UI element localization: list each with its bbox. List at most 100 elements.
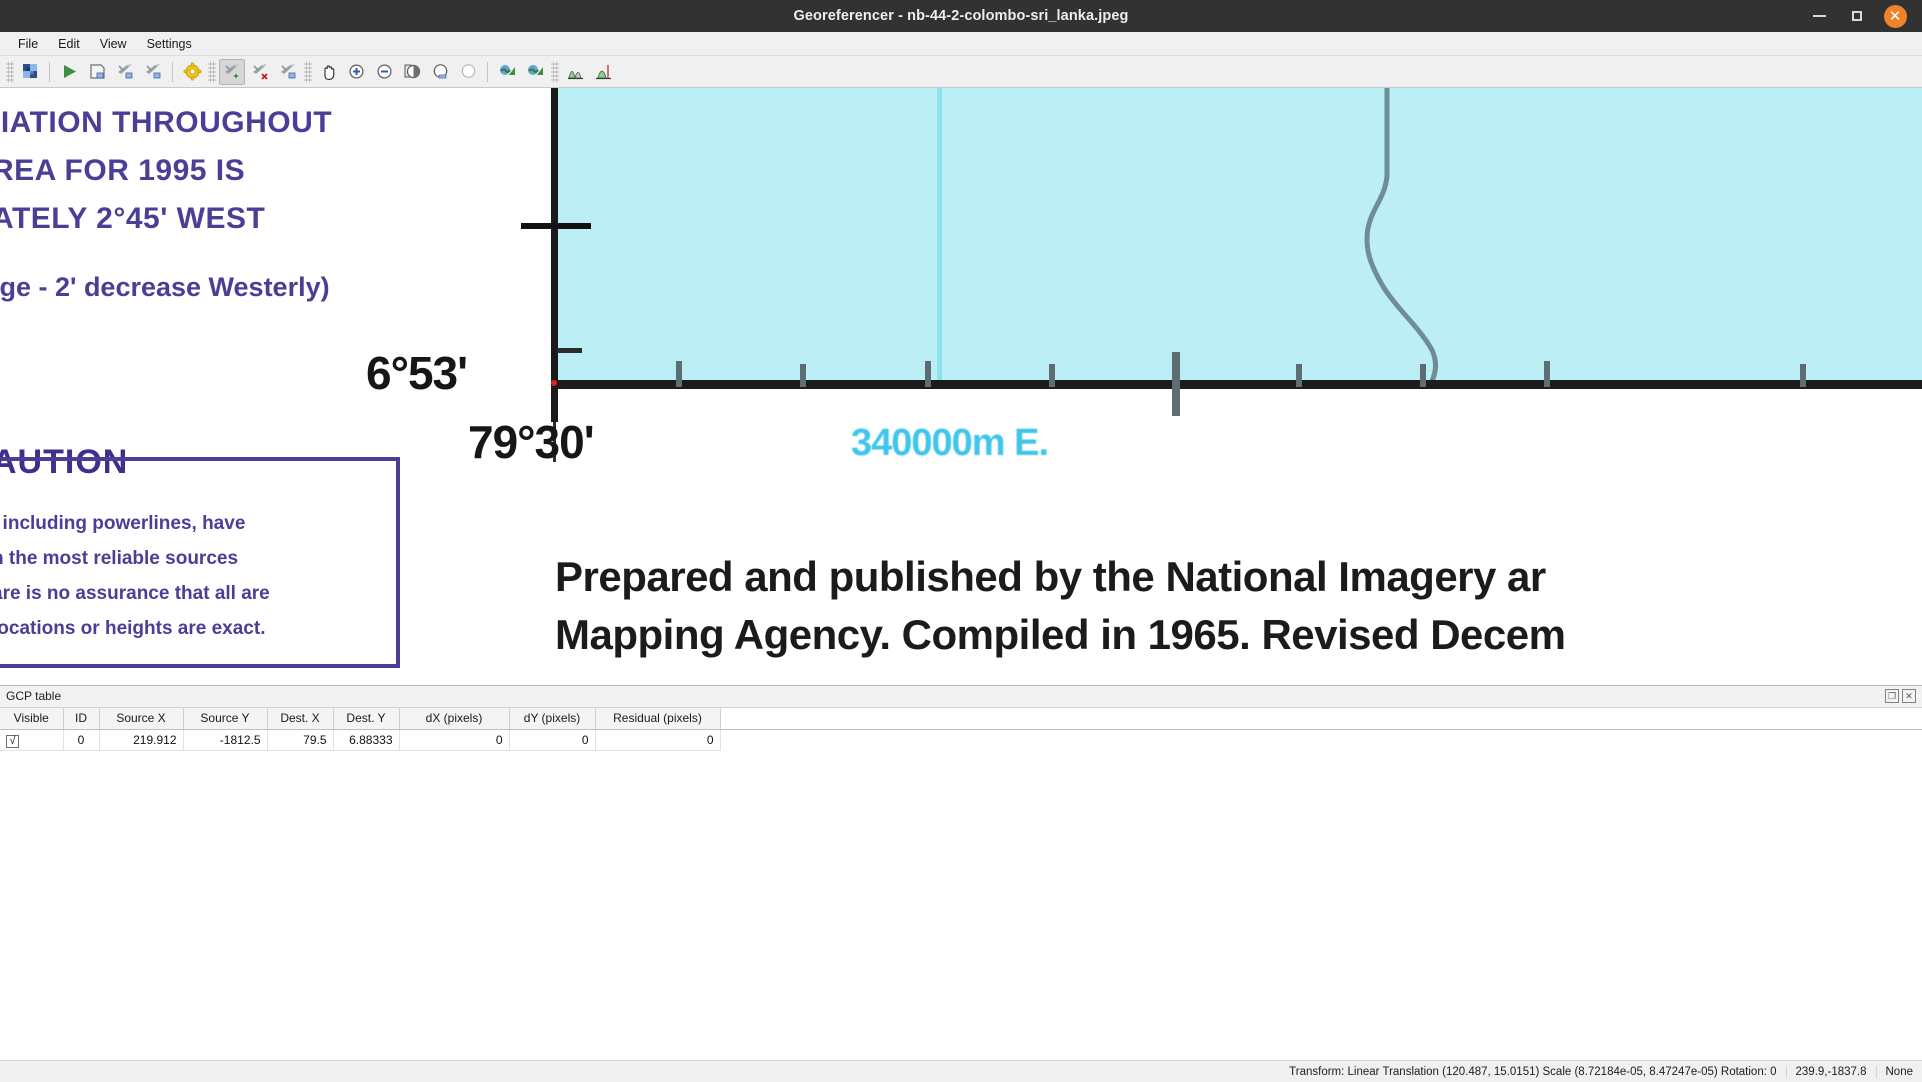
zoom-next-icon [461, 64, 475, 78]
start-georeferencing-button[interactable] [56, 59, 82, 85]
status-crs: None [1875, 1065, 1922, 1078]
toolbar-drag-handle[interactable] [6, 60, 14, 83]
menu-file[interactable]: File [8, 34, 48, 54]
transformation-settings-button[interactable] [179, 59, 205, 85]
graticule-horizontal-line [557, 380, 1922, 389]
graticule-graduation [925, 361, 931, 387]
toolbar-drag-handle[interactable] [551, 60, 559, 83]
close-panel-icon[interactable]: ✕ [1902, 689, 1916, 703]
column-header-filler [720, 707, 1922, 730]
link-qgis-to-georeferencer-button[interactable] [522, 59, 548, 85]
gcp-panel-title: GCP table [6, 689, 62, 703]
status-bar: Transform: Linear Translation (120.487, … [0, 1060, 1922, 1082]
add-point-icon [224, 64, 239, 79]
map-caution-line-2: n the most reliable sources [0, 548, 239, 569]
zoom-in-icon [348, 64, 364, 79]
georeferencer-map-canvas[interactable]: IIATION THROUGHOUT REA FOR 1995 IS ATELY… [0, 88, 1922, 685]
link-georeferencer-to-qgis-icon [499, 65, 515, 75]
graticule-graduation [1544, 361, 1550, 387]
move-gcp-point-icon [280, 64, 295, 79]
full-histogram-stretch-button[interactable] [562, 59, 588, 85]
add-point-button[interactable] [219, 58, 245, 85]
zoom-to-layer-button[interactable] [399, 59, 425, 85]
menu-settings[interactable]: Settings [137, 34, 202, 54]
window-controls: ✕ [1800, 0, 1922, 32]
map-canvas-area[interactable]: IIATION THROUGHOUT REA FOR 1995 IS ATELY… [0, 88, 1922, 685]
minimize-icon [1812, 15, 1826, 17]
close-button[interactable]: ✕ [1876, 0, 1914, 32]
map-variation-line-2: REA FOR 1995 IS [0, 154, 246, 187]
map-caution-line-1: , including powerlines, have [0, 513, 246, 534]
graticule-graduation [1800, 364, 1806, 387]
local-histogram-stretch-button[interactable] [590, 59, 616, 85]
cell-dest-x: 79.5 [267, 729, 334, 751]
toolbar-drag-handle[interactable] [304, 60, 312, 83]
title-bar: Georeferencer - nb-44-2-colombo-sri_lank… [0, 0, 1922, 32]
column-header-dest-y[interactable]: Dest. Y [333, 707, 400, 730]
sea-area [557, 88, 1922, 384]
map-annual-change-note: ige - 2' decrease Westerly) [0, 272, 330, 302]
zoom-next-button[interactable] [455, 59, 481, 85]
map-caution-line-4: locations or heights are exact. [0, 618, 266, 639]
zoom-to-layer-icon [404, 64, 420, 79]
generate-gdal-script-button[interactable] [84, 59, 110, 85]
save-gcp-points-icon [145, 64, 160, 79]
pan-button[interactable] [315, 59, 341, 85]
close-icon: ✕ [1883, 4, 1907, 28]
move-gcp-point-button[interactable] [275, 59, 301, 85]
column-header-dx[interactable]: dX (pixels) [399, 707, 510, 730]
status-transform: Transform: Linear Translation (120.487, … [1289, 1065, 1777, 1078]
graticule-graduation [676, 361, 682, 387]
minimize-button[interactable] [1800, 0, 1838, 32]
transformation-settings-icon [183, 62, 201, 81]
gcp-table-header-row: Visible ID Source X Source Y Dest. X Des… [0, 707, 1922, 730]
local-histogram-stretch-icon [595, 65, 611, 80]
cell-dest-y: 6.88333 [333, 729, 400, 751]
map-longitude-label: 79°30' [468, 416, 595, 468]
load-gcp-points-button[interactable] [112, 59, 138, 85]
visible-checkbox[interactable]: √ [6, 734, 19, 748]
menu-bar: File Edit View Settings [0, 32, 1922, 56]
maximize-button[interactable] [1838, 0, 1876, 32]
cell-source-x: 219.912 [99, 729, 184, 751]
column-header-residual[interactable]: Residual (pixels) [595, 707, 721, 730]
table-row[interactable]: √ 0 219.912 -1812.5 79.5 6.88333 0 0 0 [0, 729, 1922, 751]
save-gcp-points-button[interactable] [140, 59, 166, 85]
pan-icon [323, 65, 334, 80]
full-histogram-stretch-icon [567, 71, 583, 80]
zoom-last-icon [433, 64, 447, 79]
georeferencer-window: Georeferencer - nb-44-2-colombo-sri_lank… [0, 0, 1922, 1082]
delete-point-button[interactable] [247, 59, 273, 85]
map-variation-line-3: ATELY 2°45' WEST [0, 202, 266, 235]
link-georeferencer-to-qgis-button[interactable] [494, 59, 520, 85]
cell-filler [720, 729, 1922, 751]
menu-view[interactable]: View [90, 34, 137, 54]
delete-point-icon [252, 64, 268, 80]
column-header-id[interactable]: ID [63, 707, 100, 730]
column-header-visible[interactable]: Visible [0, 707, 64, 730]
column-header-source-y[interactable]: Source Y [183, 707, 268, 730]
zoom-last-button[interactable] [427, 59, 453, 85]
gcp-table-empty-area[interactable] [0, 751, 1922, 1060]
toolbar-separator [487, 61, 488, 82]
link-qgis-to-georeferencer-icon [527, 65, 543, 75]
open-raster-button[interactable] [17, 59, 43, 85]
column-header-dy[interactable]: dY (pixels) [509, 707, 596, 730]
column-header-source-x[interactable]: Source X [99, 707, 184, 730]
column-header-dest-x[interactable]: Dest. X [267, 707, 334, 730]
cell-visible[interactable]: √ [0, 729, 64, 751]
graticule-minute-tick [557, 348, 582, 353]
load-gcp-points-icon [117, 64, 132, 79]
zoom-out-icon [376, 64, 392, 79]
toolbar-drag-handle[interactable] [208, 60, 216, 83]
map-caution-line-3: are is no assurance that all are [0, 583, 270, 604]
gcp-table-panel: GCP table ❐ ✕ Visible ID Source X Source… [0, 684, 1922, 1060]
zoom-out-button[interactable] [371, 59, 397, 85]
cell-source-y: -1812.5 [183, 729, 268, 751]
float-panel-icon[interactable]: ❐ [1885, 689, 1899, 703]
menu-edit[interactable]: Edit [48, 34, 90, 54]
zoom-in-button[interactable] [343, 59, 369, 85]
gcp-table[interactable]: Visible ID Source X Source Y Dest. X Des… [0, 707, 1922, 751]
open-raster-icon [22, 64, 37, 78]
gcp-marker-point[interactable] [551, 380, 557, 386]
